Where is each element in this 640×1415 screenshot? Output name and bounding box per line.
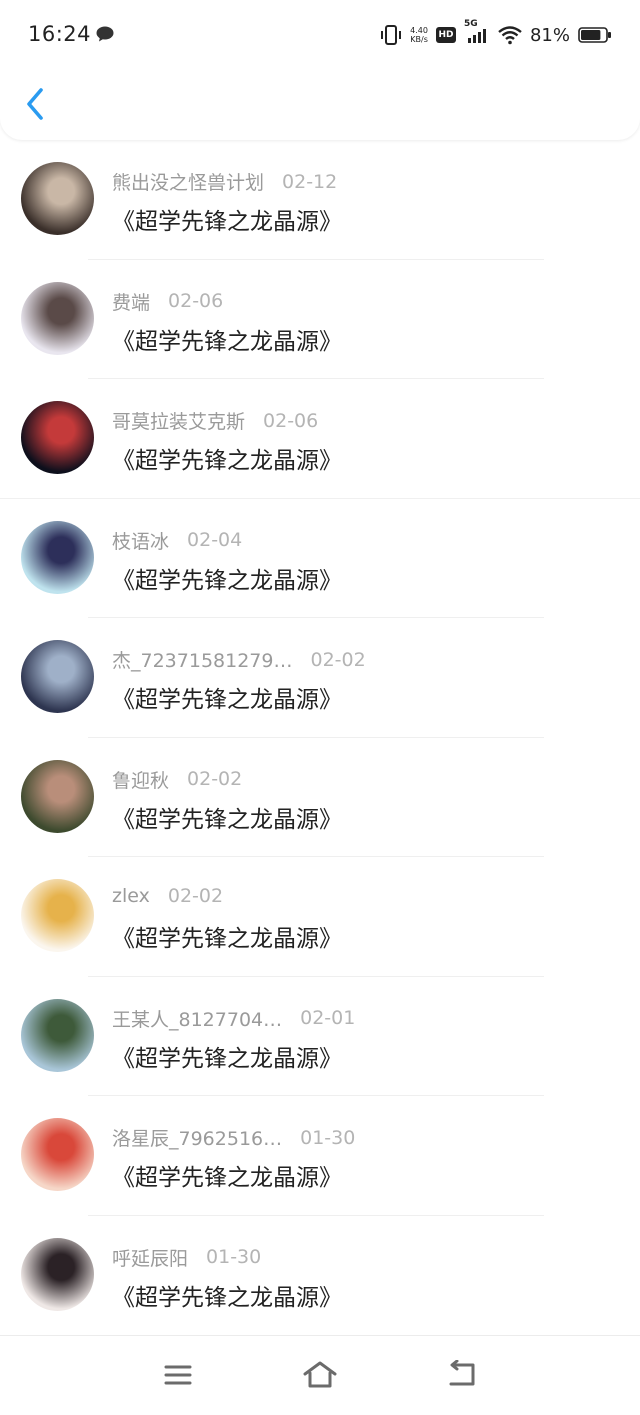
user-name[interactable]: 呼延辰阳 xyxy=(112,1244,188,1271)
user-name[interactable]: 枝语冰 xyxy=(112,527,169,554)
list-item[interactable]: 费端 02-06 《超学先锋之龙晶源》 xyxy=(0,260,640,379)
battery-text: 81% xyxy=(529,24,570,46)
avatar[interactable] xyxy=(21,759,94,833)
list-item[interactable]: 杰_72371581279… 02-02 《超学先锋之龙晶源》 xyxy=(0,618,640,738)
item-meta: 枝语冰 02-04 xyxy=(112,527,242,554)
wifi-icon xyxy=(498,26,522,45)
user-name[interactable]: 洛星辰_7962516… xyxy=(112,1124,282,1151)
header: 16:24 4.40 KB/s HD 5G 81% xyxy=(0,0,640,140)
item-date: 02-04 xyxy=(187,529,243,551)
avatar[interactable] xyxy=(21,640,94,713)
item-date: 01-30 xyxy=(206,1246,262,1268)
item-title: 《超学先锋之龙晶源》 xyxy=(112,328,342,355)
item-date: 02-06 xyxy=(168,290,224,312)
user-name[interactable]: 鲁迎秋 xyxy=(112,766,169,793)
item-meta: 鲁迎秋 02-02 xyxy=(112,766,242,793)
item-meta: 王某人_8127704… 02-01 xyxy=(112,1005,355,1032)
item-title: 《超学先锋之龙晶源》 xyxy=(112,806,342,833)
avatar[interactable] xyxy=(21,401,94,474)
system-navbar xyxy=(0,1335,640,1415)
home-icon xyxy=(303,1361,337,1388)
list-item[interactable]: 王某人_8127704… 02-01 《超学先锋之龙晶源》 xyxy=(0,977,640,1096)
list-item[interactable]: 呼延辰阳 01-30 《超学先锋之龙晶源》 xyxy=(0,1216,640,1336)
screen: 16:24 4.40 KB/s HD 5G 81% 熊出没之怪兽计划 02-12… xyxy=(0,0,640,1415)
status-right: 4.40 KB/s HD 5G 81% xyxy=(380,19,612,48)
avatar[interactable] xyxy=(21,879,94,952)
item-date: 02-02 xyxy=(310,648,366,671)
network-type-label: 5G xyxy=(463,19,478,29)
vibrate-icon xyxy=(381,25,402,45)
item-title: 《超学先锋之龙晶源》 xyxy=(112,448,342,474)
list-item[interactable]: 洛星辰_7962516… 01-30 《超学先锋之龙晶源》 xyxy=(0,1096,640,1216)
item-meta: 呼延辰阳 01-30 xyxy=(112,1244,261,1271)
item-date: 02-01 xyxy=(300,1007,356,1029)
battery-icon xyxy=(578,27,611,43)
item-meta: 哥莫拉装艾克斯 02-06 xyxy=(112,407,318,434)
item-meta: 杰_72371581279… 02-02 xyxy=(112,646,366,673)
user-name[interactable]: 杰_72371581279… xyxy=(112,646,292,673)
list-item[interactable]: 熊出没之怪兽计划 02-12 《超学先锋之龙晶源》 xyxy=(0,140,640,260)
list-item[interactable]: 哥莫拉装艾克斯 02-06 《超学先锋之龙晶源》 xyxy=(0,379,640,499)
avatar[interactable] xyxy=(21,281,94,355)
user-name[interactable]: 王某人_8127704… xyxy=(112,1005,282,1032)
user-name[interactable]: 费端 xyxy=(112,288,150,315)
net-speed: 4.40 KB/s xyxy=(410,26,428,44)
home-button[interactable] xyxy=(300,1358,340,1392)
avatar[interactable] xyxy=(21,998,94,1072)
item-meta: 费端 02-06 xyxy=(112,288,223,315)
list-item[interactable]: 枝语冰 02-04 《超学先锋之龙晶源》 xyxy=(0,499,640,618)
signal-group: 5G xyxy=(464,19,490,45)
item-title: 《超学先锋之龙晶源》 xyxy=(112,926,342,952)
item-title: 《超学先锋之龙晶源》 xyxy=(112,1045,342,1072)
nav-back-button[interactable] xyxy=(442,1358,482,1392)
status-bar: 16:24 4.40 KB/s HD 5G 81% xyxy=(0,0,640,70)
list-item[interactable]: 鲁迎秋 02-02 《超学先锋之龙晶源》 xyxy=(0,738,640,857)
back-button[interactable] xyxy=(18,84,52,124)
item-meta: 熊出没之怪兽计划 02-12 xyxy=(112,168,337,195)
comment-list: 熊出没之怪兽计划 02-12 《超学先锋之龙晶源》 费端 02-06 《超学先锋之龙晶源》… xyxy=(0,140,640,1335)
hd-badge: HD xyxy=(435,27,456,43)
user-name[interactable]: zlex xyxy=(112,885,150,907)
item-date: 02-12 xyxy=(282,170,338,193)
avatar[interactable] xyxy=(21,520,94,594)
net-speed-value: 4.40 xyxy=(410,26,428,35)
net-speed-unit: KB/s xyxy=(410,35,428,44)
item-date: 02-06 xyxy=(263,409,319,432)
item-meta: zlex 02-02 xyxy=(112,885,223,907)
item-date: 01-30 xyxy=(300,1126,356,1149)
menu-icon xyxy=(164,1365,192,1385)
item-title: 《超学先锋之龙晶源》 xyxy=(112,209,342,235)
item-title: 《超学先锋之龙晶源》 xyxy=(112,567,342,594)
item-title: 《超学先锋之龙晶源》 xyxy=(112,1165,342,1191)
back-arrow-icon xyxy=(449,1360,475,1386)
avatar[interactable] xyxy=(21,1237,94,1311)
message-icon xyxy=(96,26,114,42)
item-title: 《超学先锋之龙晶源》 xyxy=(112,687,342,713)
item-date: 02-02 xyxy=(167,885,224,907)
status-time: 16:24 xyxy=(28,22,92,46)
user-name[interactable]: 熊出没之怪兽计划 xyxy=(112,168,264,195)
item-meta: 洛星辰_7962516… 01-30 xyxy=(112,1124,355,1151)
item-title: 《超学先锋之龙晶源》 xyxy=(112,1284,342,1311)
avatar[interactable] xyxy=(21,162,94,235)
item-date: 02-02 xyxy=(187,768,243,790)
chevron-left-icon xyxy=(27,88,43,120)
user-name[interactable]: 哥莫拉装艾克斯 xyxy=(112,407,245,434)
menu-button[interactable] xyxy=(158,1358,198,1392)
avatar[interactable] xyxy=(21,1118,94,1191)
list-item[interactable]: zlex 02-02 《超学先锋之龙晶源》 xyxy=(0,857,640,977)
